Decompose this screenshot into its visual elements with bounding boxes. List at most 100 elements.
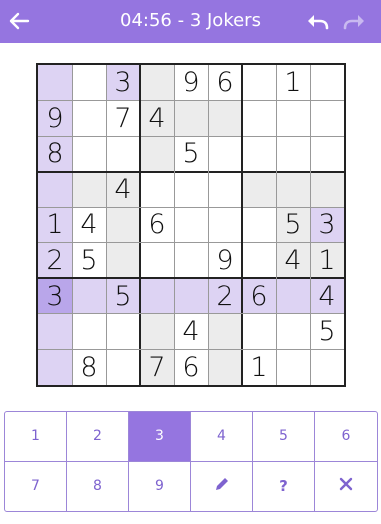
board-cell-r9c1[interactable] xyxy=(38,349,72,385)
undo-icon[interactable] xyxy=(304,7,332,35)
board-cell-r7c1[interactable]: 3 xyxy=(38,278,72,314)
redo-icon[interactable] xyxy=(340,7,368,35)
board-cell-r3c4[interactable] xyxy=(140,136,174,172)
hint-button[interactable]: ? xyxy=(253,461,315,511)
board-cell-r5c3[interactable] xyxy=(106,207,140,243)
board-cell-r7c7[interactable]: 6 xyxy=(242,278,276,314)
board-cell-r6c4[interactable] xyxy=(140,243,174,279)
board-cell-r9c7[interactable]: 1 xyxy=(242,349,276,385)
board-cell-r6c3[interactable] xyxy=(106,242,140,279)
board-cell-r6c2[interactable]: 5 xyxy=(72,243,106,279)
board-cell-r8c8[interactable] xyxy=(276,314,310,350)
board-cell-r8c2[interactable] xyxy=(72,314,106,350)
board-cell-r1c1[interactable] xyxy=(38,65,72,101)
grid-line-horizontal xyxy=(38,206,344,208)
board-cell-r4c5[interactable] xyxy=(174,172,208,208)
digit-key-5[interactable]: 5 xyxy=(253,412,315,462)
erase-button[interactable] xyxy=(315,462,377,512)
digit-key-7[interactable]: 7 xyxy=(5,461,67,511)
board-cell-r6c6[interactable]: 9 xyxy=(208,243,242,279)
digit-key-1[interactable]: 1 xyxy=(5,412,67,462)
board-cell-r6c8[interactable]: 4 xyxy=(276,242,310,279)
top-bar: 04:56 - 3 Jokers xyxy=(0,0,381,43)
board-cell-r1c5[interactable]: 9 xyxy=(174,65,208,101)
board-cell-r5c6[interactable] xyxy=(208,207,242,243)
board-cell-r1c7[interactable] xyxy=(242,65,276,101)
board-cell-r5c7[interactable] xyxy=(242,207,276,243)
board-cell-r4c1[interactable] xyxy=(38,171,72,208)
board-cell-r3c9[interactable] xyxy=(310,136,344,172)
board-cell-r6c9[interactable]: 1 xyxy=(310,242,344,279)
board-cell-r7c9[interactable]: 4 xyxy=(310,278,344,314)
board-cell-r4c6[interactable] xyxy=(208,172,242,208)
board-cell-r2c2[interactable] xyxy=(72,101,106,137)
board-cell-r4c9[interactable] xyxy=(310,171,344,208)
board-cell-r2c9[interactable] xyxy=(310,101,344,137)
board-cell-r9c5[interactable]: 6 xyxy=(174,349,208,385)
board-cell-r3c5[interactable]: 5 xyxy=(174,136,208,172)
board-cell-r9c2[interactable]: 8 xyxy=(72,349,106,385)
digit-key-2[interactable]: 2 xyxy=(67,412,129,462)
board-cell-r4c2[interactable] xyxy=(72,171,106,208)
board-cell-r2c5[interactable] xyxy=(174,100,208,137)
board-cell-r8c7[interactable] xyxy=(242,314,276,350)
board-cell-r5c4[interactable]: 6 xyxy=(140,207,174,243)
board-cell-r3c8[interactable] xyxy=(276,136,310,172)
board-cell-r9c4[interactable]: 7 xyxy=(140,349,174,385)
board-cell-r8c6[interactable] xyxy=(208,313,242,350)
board-cell-r2c4[interactable]: 4 xyxy=(140,100,174,137)
board-cell-r5c5[interactable] xyxy=(174,207,208,243)
grid-line-vertical xyxy=(105,65,107,385)
board-cell-r5c9[interactable]: 3 xyxy=(310,207,344,243)
grid-line-horizontal xyxy=(38,170,344,173)
board-cell-r8c4[interactable] xyxy=(140,313,174,350)
board-cell-r5c2[interactable]: 4 xyxy=(72,207,106,243)
board-cell-r7c5[interactable] xyxy=(174,278,208,314)
board-cell-r2c6[interactable] xyxy=(208,100,242,137)
board-cell-r7c6[interactable]: 2 xyxy=(208,278,242,314)
board-cell-r6c1[interactable]: 2 xyxy=(38,242,72,279)
board-cell-r5c8[interactable]: 5 xyxy=(276,207,310,243)
digit-key-9[interactable]: 9 xyxy=(129,461,191,511)
board-cell-r1c3[interactable]: 3 xyxy=(106,65,140,101)
board-cell-r7c3[interactable]: 5 xyxy=(106,278,140,314)
digit-key-8[interactable]: 8 xyxy=(67,461,129,511)
board-cell-r4c4[interactable] xyxy=(140,172,174,208)
board-cell-r1c2[interactable] xyxy=(72,65,106,101)
board-cell-r4c3[interactable]: 4 xyxy=(106,171,140,208)
board-cell-r2c1[interactable]: 9 xyxy=(38,100,72,137)
board-cell-r1c8[interactable]: 1 xyxy=(276,65,310,101)
board-cell-r9c9[interactable] xyxy=(310,349,344,385)
board-cell-r4c8[interactable] xyxy=(276,171,310,208)
digit-key-3[interactable]: 3 xyxy=(129,412,191,462)
board-cell-r1c6[interactable]: 6 xyxy=(208,65,242,101)
board-cell-r9c6[interactable] xyxy=(208,349,242,385)
board-cell-r2c7[interactable] xyxy=(242,101,276,137)
board-cell-r1c9[interactable] xyxy=(310,65,344,101)
board-cell-r5c1[interactable]: 1 xyxy=(38,207,72,243)
pencil-button[interactable] xyxy=(191,461,253,511)
board-cell-r9c3[interactable] xyxy=(106,349,140,385)
board-cell-r3c7[interactable] xyxy=(242,136,276,172)
board-cell-r1c4[interactable] xyxy=(140,65,174,101)
board-cell-r6c5[interactable] xyxy=(174,243,208,279)
board-cell-r6c7[interactable] xyxy=(242,243,276,279)
board-cell-r8c9[interactable]: 5 xyxy=(310,314,344,350)
board-cell-r8c1[interactable] xyxy=(38,313,72,350)
board-cell-r9c8[interactable] xyxy=(276,349,310,385)
digit-key-6[interactable]: 6 xyxy=(315,412,377,462)
board-cell-r4c7[interactable] xyxy=(242,171,276,208)
board-cell-r7c8[interactable] xyxy=(276,278,310,314)
board-cell-r7c4[interactable] xyxy=(140,278,174,314)
digit-key-4[interactable]: 4 xyxy=(191,412,253,462)
board-cell-r3c1[interactable]: 8 xyxy=(38,136,72,172)
board-cell-r7c2[interactable] xyxy=(72,278,106,314)
board-cell-r2c3[interactable]: 7 xyxy=(106,101,140,137)
board-cell-r8c5[interactable]: 4 xyxy=(174,314,208,350)
board-cell-r3c3[interactable] xyxy=(106,136,140,172)
board-cell-r2c8[interactable] xyxy=(276,101,310,137)
board-cell-r3c6[interactable] xyxy=(208,136,242,172)
board-cell-r3c2[interactable] xyxy=(72,136,106,172)
board-cell-r8c3[interactable] xyxy=(106,314,140,350)
arrow-left-icon[interactable] xyxy=(4,6,34,36)
